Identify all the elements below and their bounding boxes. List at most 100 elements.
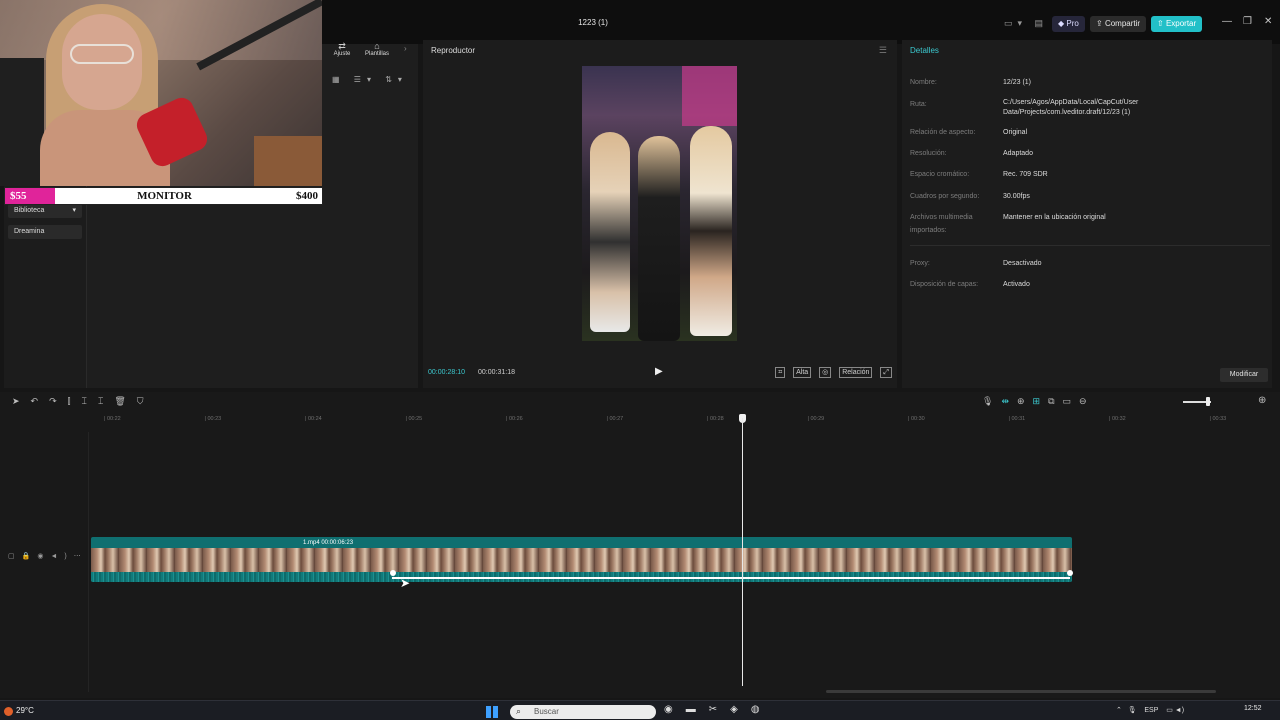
keyframe-handle-right[interactable] <box>1067 570 1073 576</box>
ruler-tick: | 00:33 <box>1209 416 1227 422</box>
track-header: ▢🔒◉◄)⋯ <box>8 552 88 560</box>
marker-icon[interactable]: ⛉ <box>137 396 155 406</box>
sidebar-item-biblioteca[interactable]: Biblioteca ▾ <box>8 204 82 218</box>
share-button[interactable]: ⇪ Compartir <box>1090 16 1147 32</box>
eye-icon[interactable]: ◉ <box>37 553 50 560</box>
keyframe-handle-left[interactable] <box>390 570 396 576</box>
restore-button[interactable]: ❐ <box>1243 16 1252 27</box>
monitor-bar: $55 MONITOR $400 <box>4 187 323 205</box>
current-time: 00:00:28:10 <box>428 369 465 376</box>
track-divider <box>88 432 89 692</box>
export-button[interactable]: ⇧ Exportar <box>1151 16 1203 32</box>
filter-icons[interactable]: ▦ ☰▾ ⇅▾ <box>332 75 408 84</box>
player-tools: ⌗ Alta ◎ Relación ⤢ <box>769 367 892 378</box>
menu-icon[interactable]: ☰ <box>879 45 887 56</box>
modify-button[interactable]: Modificar <box>1220 368 1268 382</box>
clip-label: 1.mp4 00:00:06:23 <box>303 540 354 546</box>
audio-icon[interactable]: ◄) <box>50 553 73 560</box>
ruler-tick: | 00:27 <box>606 416 624 422</box>
tab-plantillas[interactable]: ⌂ Plantillas <box>360 41 394 57</box>
ruler-tick: | 00:29 <box>807 416 825 422</box>
mic-tray-icon[interactable]: 🎙 <box>1128 707 1137 714</box>
magnet-icon[interactable]: ⊞ <box>1033 396 1049 406</box>
webcam-overlay <box>0 0 322 186</box>
sidebar-item-dreamina[interactable]: Dreamina <box>8 225 82 239</box>
ruler-tick: | 00:32 <box>1109 416 1126 422</box>
timeline-panel: ➤↶↷⫿⌶⌶🗑⛉ 🎙⇹⊕⊞⧉▭⊖ ⊕ | 00:22 | 00:23 | 00:24… <box>0 392 1280 698</box>
divider <box>910 245 1270 246</box>
mouse-cursor-icon: ➤ <box>400 576 411 590</box>
select-tool-icon[interactable]: ➤ <box>12 396 31 406</box>
trim-left-icon[interactable]: ⌶ <box>82 396 98 406</box>
zoom-slider-handle[interactable] <box>1206 397 1210 406</box>
taskbar-search[interactable]: ⌕ Buscar <box>510 705 656 719</box>
caption-icon[interactable]: ▭ <box>1063 396 1080 406</box>
app-icon[interactable]: ◈ <box>730 704 751 715</box>
more-icon[interactable]: ⋯ <box>74 553 88 560</box>
video-person-center <box>638 136 680 341</box>
pro-button[interactable]: ◆ Pro <box>1052 16 1085 32</box>
delete-icon[interactable]: 🗑 <box>114 396 136 406</box>
video-person-left <box>590 132 630 332</box>
language-indicator[interactable]: ESP <box>1144 707 1158 714</box>
cover-icon[interactable]: ▢ <box>8 553 22 560</box>
folder-icon[interactable]: ▬ <box>686 704 709 715</box>
preview-axis-icon[interactable]: ⧉ <box>1048 396 1062 406</box>
windows-start-icon[interactable] <box>486 706 498 718</box>
snap-icon[interactable]: ⊕ <box>1017 396 1033 406</box>
weather-temp[interactable]: 29°C <box>16 706 34 715</box>
layout-icons[interactable]: ▭▾ ▤ <box>1004 18 1048 29</box>
ruler-tick: | 00:30 <box>908 416 925 422</box>
ratio-button[interactable]: Relación <box>839 367 873 378</box>
capcut-icon[interactable]: ✂ <box>709 704 730 715</box>
clock[interactable]: 12:52 <box>1244 705 1262 712</box>
timeline-toolbar-left: ➤↶↷⫿⌶⌶🗑⛉ <box>12 396 155 407</box>
fullscreen-icon[interactable]: ⤢ <box>880 367 892 378</box>
webcam-drawer <box>254 136 322 186</box>
video-stage-light <box>682 66 737 126</box>
ruler-tick: | 00:23 <box>204 416 222 422</box>
tab-ajuste[interactable]: ⇄ Ajuste <box>330 41 354 57</box>
system-tray: ⌃ 🎙 ESP ▭ ◄) <box>1116 706 1184 714</box>
export-icon: ⇧ <box>1157 19 1166 28</box>
ruler-tick: | 00:25 <box>405 416 423 422</box>
chevron-right-icon[interactable]: › <box>404 44 407 53</box>
zoom-out-icon[interactable]: ⊖ <box>1079 396 1095 406</box>
link-icon[interactable]: ⇹ <box>1001 396 1017 406</box>
discord-icon[interactable]: ◍ <box>751 704 773 715</box>
ruler-tick: | 00:22 <box>104 416 121 422</box>
redo-icon[interactable]: ↷ <box>49 396 68 406</box>
ruler-tick: | 00:28 <box>707 416 724 422</box>
horizontal-scrollbar[interactable] <box>826 690 1216 693</box>
weather-icon <box>4 707 13 716</box>
chevron-down-icon: ▾ <box>72 207 76 214</box>
trim-right-icon[interactable]: ⌶ <box>98 396 114 406</box>
video-preview[interactable] <box>582 66 737 341</box>
monitor-tray-icon[interactable]: ▭ <box>1166 707 1173 714</box>
taskbar: 29°C ⌕ Buscar ◉▬✂◈◍ ⌃ 🎙 ESP ▭ ◄) 12:52 <box>0 700 1280 720</box>
play-icon[interactable]: ▶ <box>655 366 663 377</box>
crop-icon[interactable]: ⌗ <box>775 367 786 378</box>
share-icon: ⇪ <box>1096 19 1105 28</box>
minimize-button[interactable]: — <box>1222 16 1232 27</box>
chevron-up-icon[interactable]: ⌃ <box>1116 707 1122 714</box>
volume-icon[interactable]: ◄) <box>1175 707 1184 714</box>
timeline-ruler[interactable]: | 00:22 | 00:23 | 00:24 | 00:25 | 00:26 | 00:… <box>90 414 1280 428</box>
video-person-right <box>690 126 732 336</box>
selected-clip-segment[interactable] <box>392 537 1070 579</box>
zoom-in-icon[interactable]: ⊕ <box>1258 395 1266 406</box>
focus-icon[interactable]: ◎ <box>819 367 832 378</box>
total-time: 00:00:31:18 <box>478 369 515 376</box>
quality-button[interactable]: Alta <box>793 367 812 378</box>
donation-amount-left: $55 <box>5 188 55 204</box>
undo-icon[interactable]: ↶ <box>31 396 50 406</box>
lock-icon[interactable]: 🔒 <box>22 553 38 560</box>
chrome-icon[interactable]: ◉ <box>664 704 686 715</box>
close-button[interactable]: ✕ <box>1264 16 1272 27</box>
ruler-tick: | 00:31 <box>1008 416 1026 422</box>
player-panel: Reproductor ☰ 00:00:28:10 00:00:31:18 ▶ … <box>423 40 897 388</box>
microphone-icon[interactable]: 🎙 <box>982 396 1001 406</box>
details-panel: Detalles Nombre: 12/23 (1) Ruta: C:/User… <box>902 40 1272 388</box>
playhead[interactable] <box>742 418 743 686</box>
split-icon[interactable]: ⫿ <box>68 396 82 406</box>
